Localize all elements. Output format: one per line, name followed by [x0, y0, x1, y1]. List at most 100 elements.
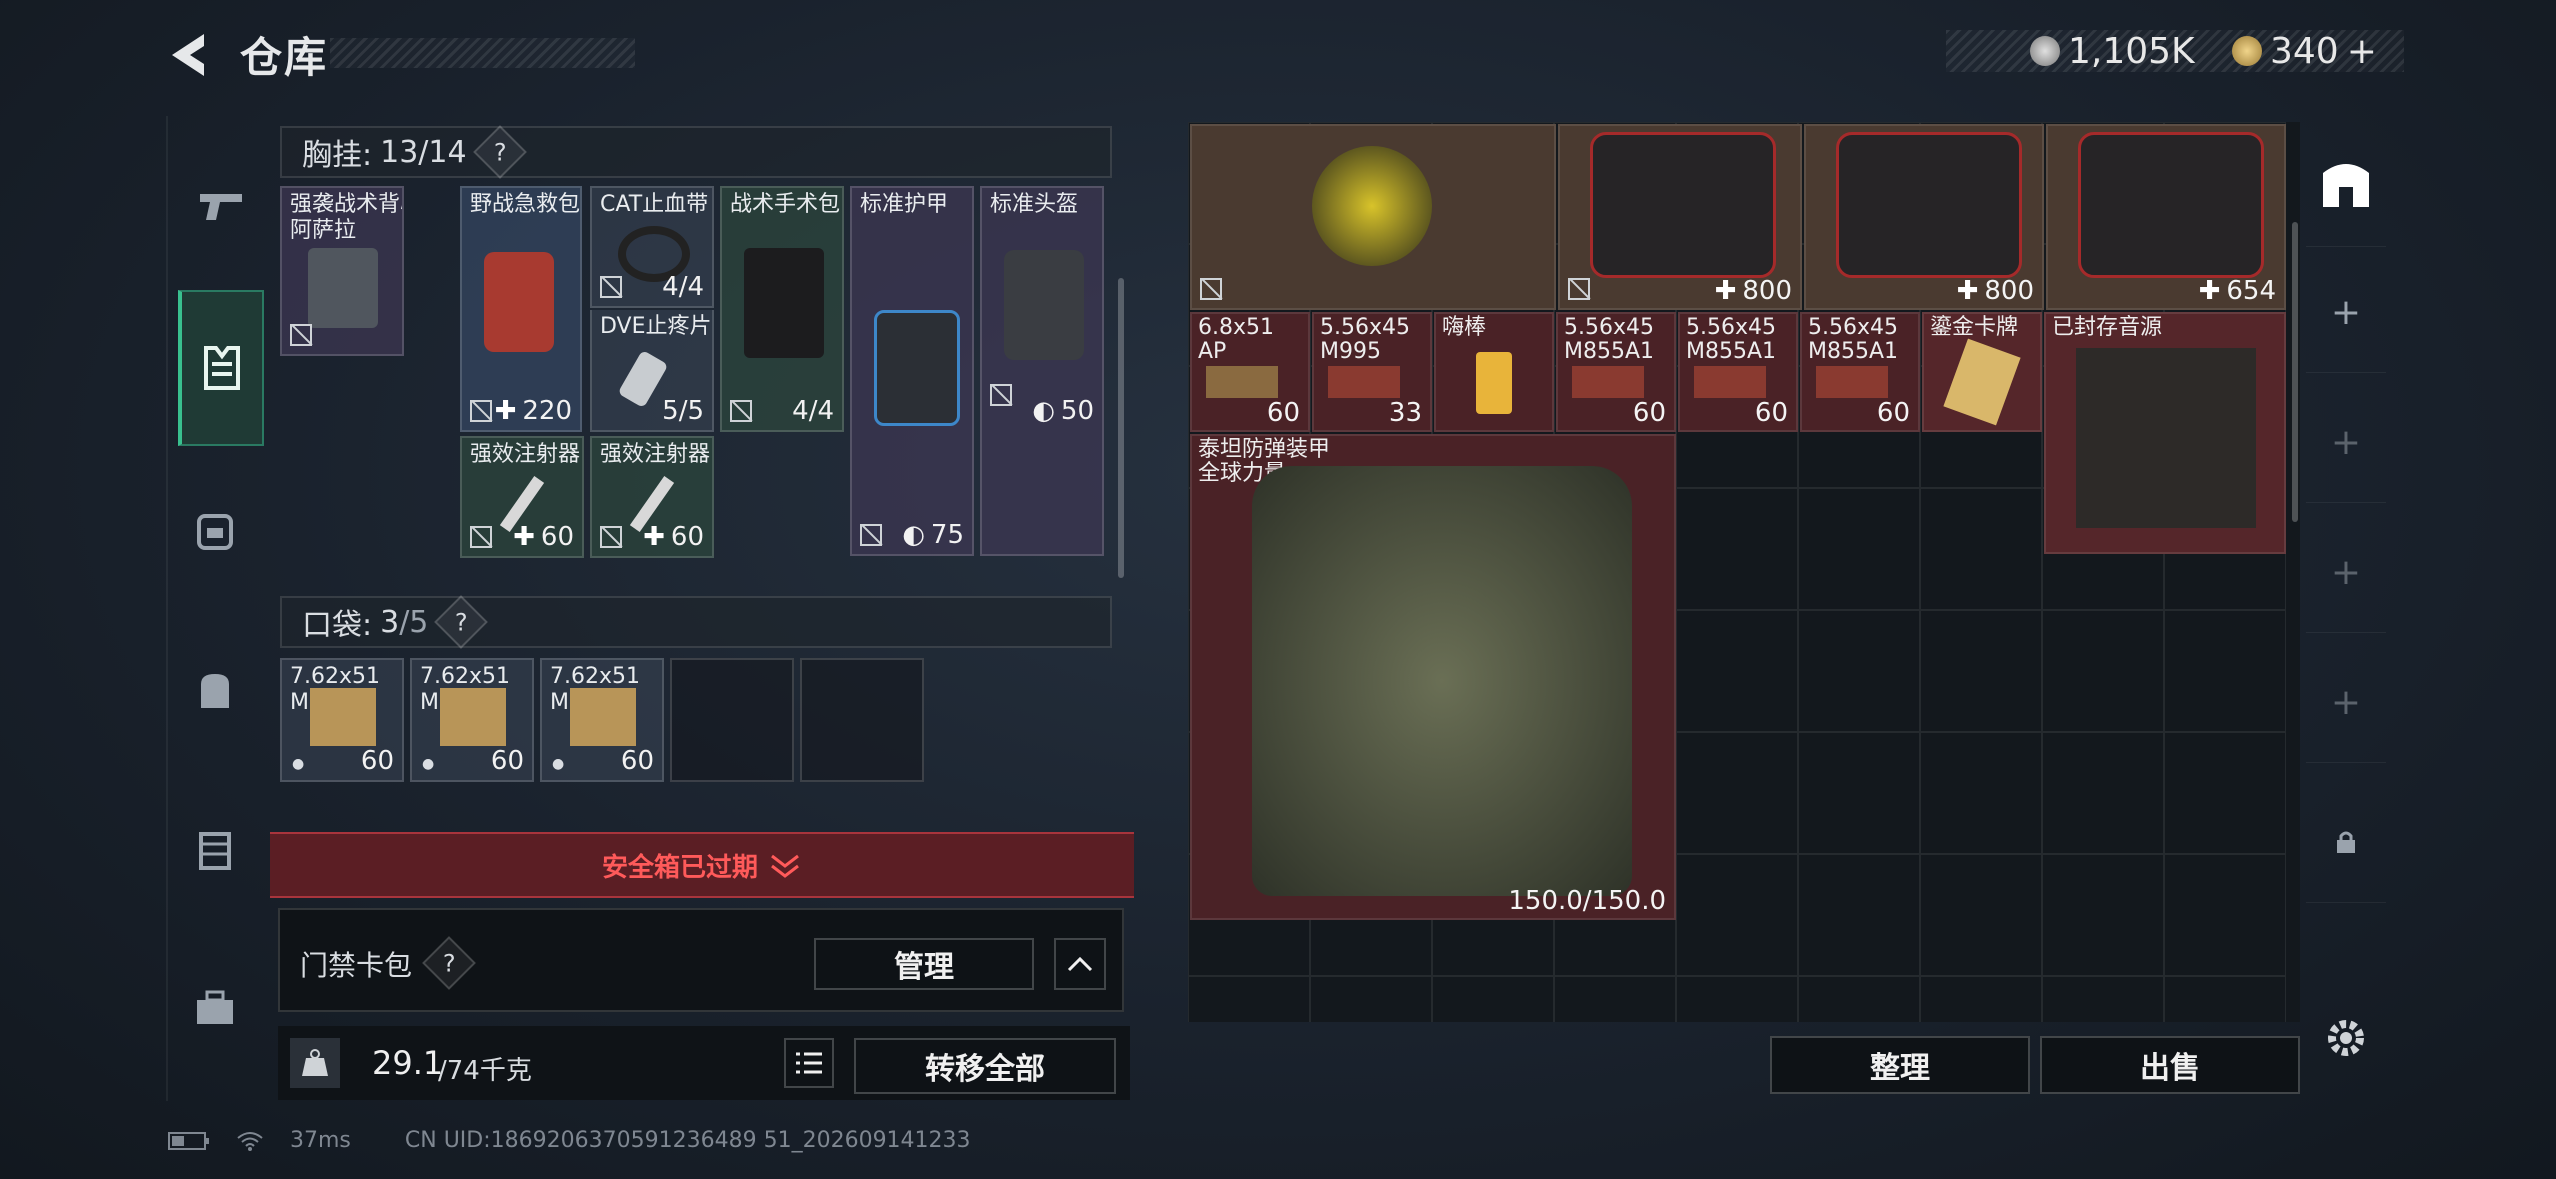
- grid-cell[interactable]: [1432, 976, 1554, 1022]
- add-gold-icon[interactable]: +: [2347, 31, 2377, 72]
- stash-item-ammo[interactable]: 5.56x45 M855A1 60: [1556, 312, 1676, 432]
- stash-item-first-aid[interactable]: ✚ 800: [1804, 124, 2044, 310]
- grid-cell[interactable]: [1676, 610, 1798, 732]
- grid-cell[interactable]: [1676, 976, 1798, 1022]
- organize-button[interactable]: 整理: [1770, 1036, 2030, 1094]
- list-view-button[interactable]: [784, 1038, 834, 1088]
- add-stash-tab[interactable]: +: [2306, 512, 2386, 633]
- gold-currency[interactable]: 340 +: [2232, 30, 2377, 72]
- item-count: ✚ 654: [2198, 276, 2276, 306]
- grid-cell[interactable]: [2042, 732, 2164, 854]
- stash-tab-main[interactable]: [2306, 126, 2386, 247]
- grid-cell[interactable]: [1554, 976, 1676, 1022]
- grid-cell[interactable]: [1920, 732, 2042, 854]
- grid-cell[interactable]: [2164, 854, 2286, 976]
- item-count: 60: [1632, 398, 1666, 428]
- grid-cell[interactable]: [1798, 976, 1920, 1022]
- stash-item-tape-recorder[interactable]: 已封存音源: [2044, 312, 2286, 554]
- grid-cell[interactable]: [1920, 610, 2042, 732]
- stash-item-gold-card[interactable]: 鎏金卡牌: [1922, 312, 2042, 432]
- silver-currency: 1,105K: [2030, 30, 2195, 72]
- chest-item[interactable]: 强效注射器 ✚ 60: [460, 436, 584, 558]
- grid-cell[interactable]: [2042, 610, 2164, 732]
- stash-item-energy-drink[interactable]: 嗨棒: [1434, 312, 1554, 432]
- stash-item-first-aid[interactable]: ✚ 654: [2046, 124, 2286, 310]
- pocket-item[interactable]: 7.62x51 M80 ● 60: [410, 658, 534, 782]
- locked-tab[interactable]: [2306, 782, 2386, 903]
- add-stash-tab[interactable]: +: [2306, 382, 2386, 503]
- stash-item-ammo[interactable]: 5.56x45 M995 33: [1312, 312, 1432, 432]
- gear-icon: [2328, 1020, 2364, 1056]
- grid-cell[interactable]: [1310, 976, 1432, 1022]
- chest-rig-item[interactable]: 强袭战术背心 阿萨拉: [280, 186, 404, 356]
- grid-cell[interactable]: [2164, 732, 2286, 854]
- pocket-help-icon[interactable]: ?: [434, 595, 489, 649]
- grid-cell[interactable]: [1188, 976, 1310, 1022]
- pocket-empty-slot[interactable]: [670, 658, 794, 782]
- grid-cell[interactable]: [1676, 488, 1798, 610]
- chest-item[interactable]: DVE止疼片 5/5: [590, 310, 714, 432]
- add-stash-tab[interactable]: +: [2306, 252, 2386, 373]
- grid-cell[interactable]: [1920, 488, 2042, 610]
- transfer-all-button[interactable]: 转移全部: [854, 1038, 1116, 1094]
- grid-cell[interactable]: [2042, 854, 2164, 976]
- safebox-expired-bar[interactable]: 安全箱已过期: [270, 832, 1134, 898]
- nav-chest-rig[interactable]: [178, 290, 264, 446]
- ammo-box-image: [1206, 366, 1278, 398]
- helmet-image: [1004, 250, 1084, 360]
- expand-up-button[interactable]: [1054, 938, 1106, 990]
- grid-cell[interactable]: [1798, 732, 1920, 854]
- item-count: 60: [490, 746, 524, 776]
- back-arrow-icon: [172, 34, 204, 76]
- item-count: ✚ 800: [1956, 276, 2034, 306]
- settings-button[interactable]: [2322, 1014, 2370, 1062]
- ammo-box-image: [1694, 366, 1766, 398]
- grid-cell[interactable]: [2164, 976, 2286, 1022]
- helmet-slot[interactable]: 标准头盔 ◐ 50: [980, 186, 1104, 556]
- pocket-item[interactable]: 7.62x51 M80 ● 60: [280, 658, 404, 782]
- stash-item-first-aid[interactable]: ✚ 800: [1558, 124, 1802, 310]
- nav-case[interactable]: [178, 810, 252, 890]
- chest-scrollbar[interactable]: [1118, 278, 1124, 578]
- stash-item-ammo[interactable]: 5.56x45 M855A1 60: [1678, 312, 1798, 432]
- nav-toolbox[interactable]: [178, 968, 252, 1048]
- nav-helmet[interactable]: [178, 490, 252, 570]
- manage-button[interactable]: 管理: [814, 938, 1034, 990]
- item-count: ✚ 60: [513, 522, 574, 552]
- silver-amount: 1,105K: [2068, 30, 2195, 72]
- chest-rig-help-icon[interactable]: ?: [472, 125, 527, 179]
- grid-cell[interactable]: [2164, 610, 2286, 732]
- chest-item[interactable]: 野战急救包 ✚ 220: [460, 186, 582, 432]
- chest-item[interactable]: 强效注射器 ✚ 60: [590, 436, 714, 558]
- grid-cell[interactable]: [1798, 610, 1920, 732]
- keycard-help-icon[interactable]: ?: [422, 936, 476, 990]
- stash-scrollbar[interactable]: [2292, 222, 2298, 522]
- chest-item[interactable]: CAT止血带 4/4: [590, 186, 714, 308]
- grid-cell[interactable]: [2042, 976, 2164, 1022]
- pocket-empty-slot[interactable]: [800, 658, 924, 782]
- grid-cell[interactable]: [1920, 854, 2042, 976]
- armor-slot[interactable]: 标准护甲 ◐ 75: [850, 186, 974, 556]
- chest-item[interactable]: 战术手术包 4/4: [720, 186, 844, 432]
- add-stash-tab[interactable]: +: [2306, 642, 2386, 763]
- grid-cell[interactable]: [1676, 854, 1798, 976]
- stash-item-titan-armor[interactable]: 泰坦防弹装甲 全球力量 150.0/150.0: [1190, 434, 1676, 920]
- grid-cell[interactable]: [1676, 732, 1798, 854]
- ammo-box-image: [1328, 366, 1400, 398]
- nav-bag[interactable]: [178, 650, 252, 730]
- nav-weapon[interactable]: [184, 166, 258, 246]
- back-button[interactable]: [164, 30, 220, 80]
- stash-item-wasp[interactable]: [1190, 124, 1556, 310]
- grid-cell[interactable]: [1798, 854, 1920, 976]
- toolbox-icon: [197, 990, 233, 1024]
- armor-image: [1252, 466, 1632, 896]
- grid-cell[interactable]: [1920, 976, 2042, 1022]
- grid-cell[interactable]: [1798, 488, 1920, 610]
- sell-button[interactable]: 出售: [2040, 1036, 2300, 1094]
- pocket-item[interactable]: 7.62x51 M80 ● 60: [540, 658, 664, 782]
- stash-item-ammo[interactable]: 6.8x51 AP 60: [1190, 312, 1310, 432]
- item-count: 4/4: [792, 396, 834, 426]
- weight-bar: 29.1 /74千克 转移全部: [278, 1026, 1130, 1100]
- stash-item-ammo[interactable]: 5.56x45 M855A1 60: [1800, 312, 1920, 432]
- item-count: 60: [1876, 398, 1910, 428]
